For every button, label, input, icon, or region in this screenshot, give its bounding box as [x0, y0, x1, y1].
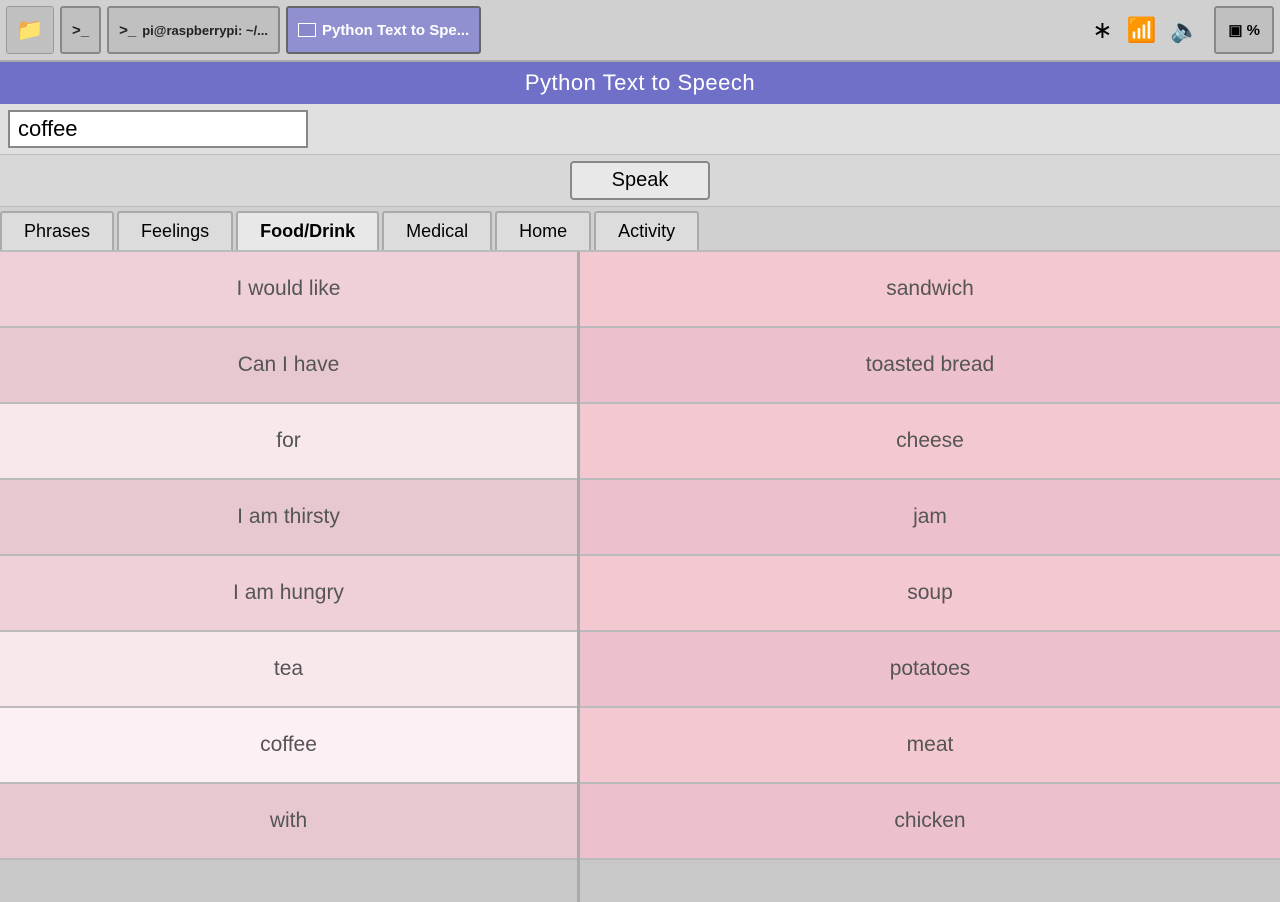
list-item[interactable]: soup: [580, 556, 1280, 632]
tab-feelings[interactable]: Feelings: [117, 211, 233, 250]
list-item[interactable]: potatoes: [580, 632, 1280, 708]
tab-home[interactable]: Home: [495, 211, 591, 250]
bluetooth-icon: ∗: [1092, 16, 1112, 45]
tab-medical[interactable]: Medical: [382, 211, 492, 250]
text-input[interactable]: [8, 110, 308, 148]
terminal1-button[interactable]: >_: [60, 6, 101, 54]
list-item[interactable]: I am thirsty: [0, 480, 577, 556]
folder-icon[interactable]: 📁: [6, 6, 54, 54]
app-title: Python Text to Speech: [525, 70, 755, 95]
time-label: ▣ %: [1228, 21, 1260, 39]
tab-activity[interactable]: Activity: [594, 211, 699, 250]
left-column: I would like Can I have for I am thirsty…: [0, 252, 580, 902]
list-item[interactable]: cheese: [580, 404, 1280, 480]
list-item[interactable]: I would like: [0, 252, 577, 328]
list-item[interactable]: jam: [580, 480, 1280, 556]
list-item[interactable]: toasted bread: [580, 328, 1280, 404]
list-item[interactable]: for: [0, 404, 577, 480]
tab-fooddrink[interactable]: Food/Drink: [236, 211, 379, 250]
list-item[interactable]: meat: [580, 708, 1280, 784]
right-column: sandwich toasted bread cheese jam soup p…: [580, 252, 1280, 902]
list-item[interactable]: sandwich: [580, 252, 1280, 328]
input-bar: [0, 104, 1280, 155]
list-item[interactable]: I am hungry: [0, 556, 577, 632]
list-item[interactable]: coffee: [0, 708, 577, 784]
list-item[interactable]: tea: [0, 632, 577, 708]
system-tray: ∗ 📶 🔈: [1084, 16, 1208, 45]
category-tabs: Phrases Feelings Food/Drink Medical Home…: [0, 207, 1280, 252]
terminal2-button[interactable]: >_ pi@raspberrypi: ~/...: [107, 6, 280, 54]
speak-area: Speak: [0, 155, 1280, 207]
list-item[interactable]: chicken: [580, 784, 1280, 860]
tab-phrases[interactable]: Phrases: [0, 211, 114, 250]
speak-button[interactable]: Speak: [570, 161, 711, 200]
volume-icon: 🔈: [1170, 16, 1200, 45]
titlebar: Python Text to Speech: [0, 62, 1280, 104]
list-item[interactable]: with: [0, 784, 577, 860]
app-label: Python Text to Spe...: [322, 22, 469, 39]
taskbar: 📁 >_ >_ pi@raspberrypi: ~/... Python Tex…: [0, 0, 1280, 62]
list-item[interactable]: Can I have: [0, 328, 577, 404]
app-button[interactable]: Python Text to Spe...: [286, 6, 481, 54]
terminal-label: pi@raspberrypi: ~/...: [142, 23, 268, 38]
main-grid: I would like Can I have for I am thirsty…: [0, 252, 1280, 902]
time-display: ▣ %: [1214, 6, 1274, 54]
wifi-icon: 📶: [1127, 16, 1157, 45]
